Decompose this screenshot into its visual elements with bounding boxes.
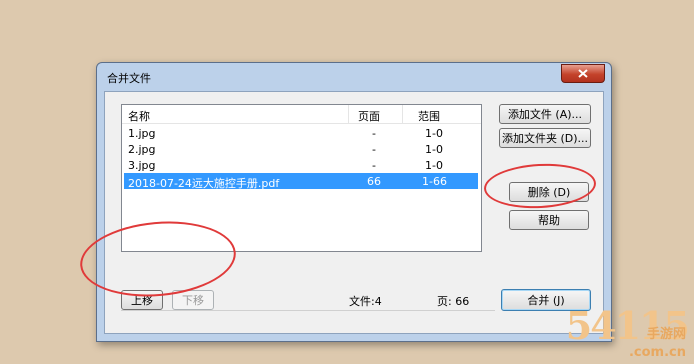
column-header-range[interactable]: 范围 xyxy=(418,108,440,124)
file-count: 文件:4 xyxy=(349,295,382,308)
item-range: 1-66 xyxy=(422,175,447,188)
item-pages: 66 xyxy=(367,175,381,188)
item-name: 3.jpg xyxy=(128,159,156,172)
watermark-domain: .com.cn xyxy=(628,345,686,360)
list-item[interactable]: 3.jpg - 1-0 xyxy=(124,157,478,173)
item-range: 1-0 xyxy=(425,159,443,172)
item-pages: - xyxy=(372,127,376,140)
close-icon xyxy=(578,69,588,78)
page-count: 页: 66 xyxy=(437,295,470,308)
item-pages: - xyxy=(372,159,376,172)
column-divider[interactable] xyxy=(402,105,403,123)
separator-line xyxy=(121,310,495,311)
column-header-name[interactable]: 名称 xyxy=(128,108,150,124)
list-header: 名称 页面 范围 xyxy=(122,105,481,124)
list-item-selected[interactable]: 2018-07-24远大施控手册.pdf 66 1-66 xyxy=(124,173,478,190)
column-divider[interactable] xyxy=(348,105,349,123)
close-button[interactable] xyxy=(561,64,605,83)
watermark-text: 手游网 xyxy=(646,327,686,342)
item-range: 1-0 xyxy=(425,127,443,140)
list-item[interactable]: 1.jpg - 1-0 xyxy=(124,125,478,141)
item-name: 2018-07-24远大施控手册.pdf xyxy=(128,177,280,190)
help-button[interactable]: 帮助 xyxy=(509,210,589,230)
item-name: 1.jpg xyxy=(128,127,156,140)
title-bar[interactable]: 合并文件 xyxy=(97,63,611,89)
item-name: 2.jpg xyxy=(128,143,156,156)
list-item[interactable]: 2.jpg - 1-0 xyxy=(124,141,478,157)
column-header-pages[interactable]: 页面 xyxy=(358,108,380,124)
dialog-client-area: 名称 页面 范围 1.jpg - 1-0 2.jpg - 1-0 3.jpg -… xyxy=(104,91,604,334)
item-range: 1-0 xyxy=(425,143,443,156)
item-pages: - xyxy=(372,143,376,156)
add-folder-button[interactable]: 添加文件夹 (D)... xyxy=(499,128,591,148)
dialog-title: 合并文件 xyxy=(107,72,151,85)
add-file-button[interactable]: 添加文件 (A)... xyxy=(499,104,591,124)
